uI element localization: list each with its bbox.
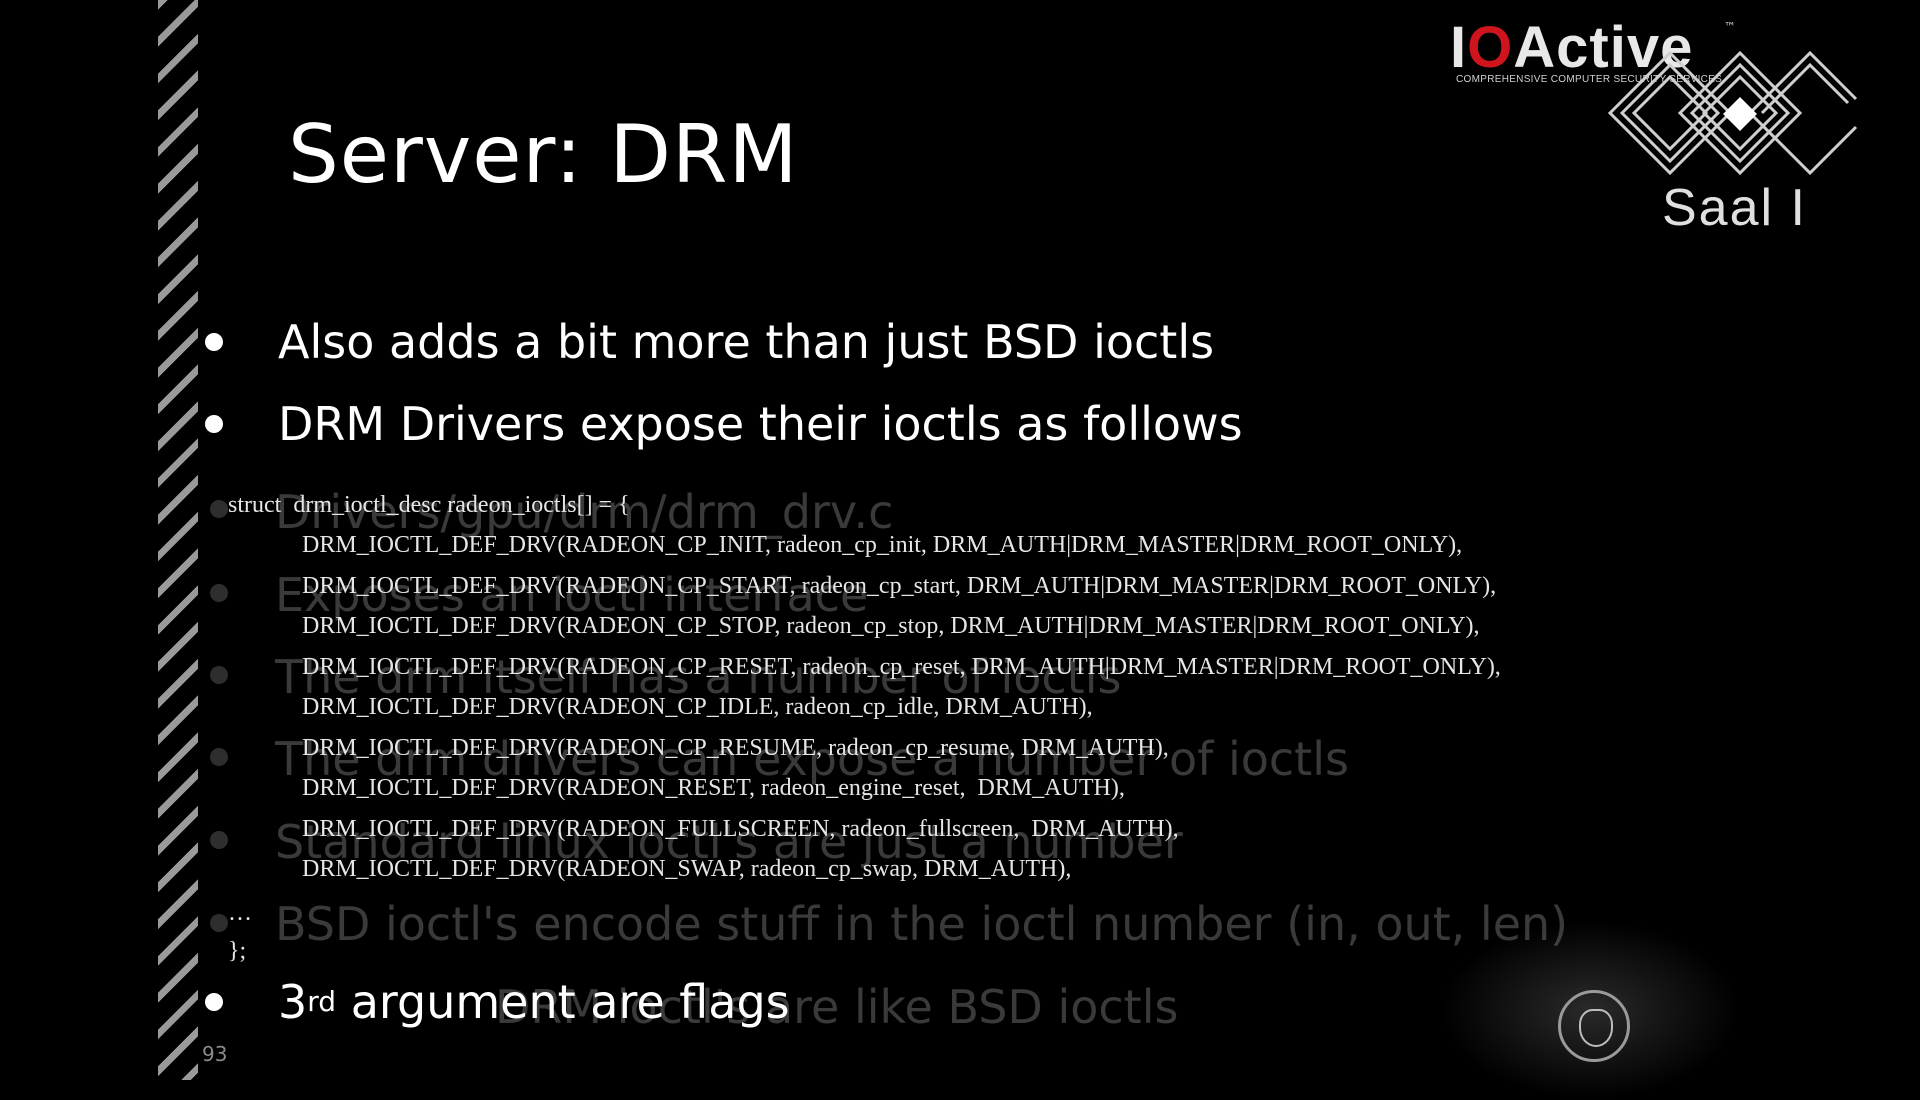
code-line-open: struct drm_ioctl_desc radeon_ioctls[] = … — [228, 492, 630, 518]
code-ellipsis: … — [228, 900, 252, 926]
bullet-item: Also adds a bit more than just BSD ioctl… — [205, 315, 1214, 369]
ghost-bullet-dot — [210, 831, 228, 849]
bullet-item: 3rd argument are flags — [205, 975, 790, 1029]
emblem-face-shape — [1579, 1009, 1613, 1047]
code-line: DRM_IOCTL_DEF_DRV(RADEON_CP_START, radeo… — [302, 573, 1497, 599]
code-line: DRM_IOCTL_DEF_DRV(RADEON_CP_RESET, radeo… — [302, 654, 1501, 680]
slide-title: Server: DRM — [288, 108, 799, 201]
code-line: DRM_IOCTL_DEF_DRV(RADEON_RESET, radeon_e… — [302, 775, 1125, 801]
ghost-bullet-dot — [210, 914, 228, 932]
code-line: DRM_IOCTL_DEF_DRV(RADEON_CP_IDLE, radeon… — [302, 694, 1093, 720]
ghost-bullet-dot — [210, 748, 228, 766]
bullet-dot — [205, 415, 223, 433]
emblem-icon — [1558, 990, 1630, 1062]
bullet-dot — [205, 993, 223, 1011]
code-line-close: }; — [228, 938, 247, 964]
bullet-item: DRM Drivers expose their ioctls as follo… — [205, 397, 1243, 451]
ghost-line: BSD ioctl's encode stuff in the ioctl nu… — [275, 897, 1569, 951]
code-line: DRM_IOCTL_DEF_DRV(RADEON_CP_INIT, radeon… — [302, 532, 1463, 558]
ioactive-logo: IOActive ™ COMPREHENSIVE COMPUTER SECURI… — [1450, 10, 1858, 240]
ghost-bullet-dot — [210, 500, 228, 518]
code-line: DRM_IOCTL_DEF_DRV(RADEON_SWAP, radeon_cp… — [302, 856, 1072, 882]
trademark-mark: ™ — [1724, 20, 1736, 34]
ghost-bullet-dot — [210, 666, 228, 684]
code-line: DRM_IOCTL_DEF_DRV(RADEON_CP_RESUME, rade… — [302, 735, 1169, 761]
code-line: DRM_IOCTL_DEF_DRV(RADEON_CP_STOP, radeon… — [302, 613, 1480, 639]
code-line: DRM_IOCTL_DEF_DRV(RADEON_FULLSCREEN, rad… — [302, 816, 1179, 842]
bullet-dot — [205, 333, 223, 351]
venue-label: Saal I — [1662, 179, 1807, 237]
bullet-text: Also adds a bit more than just BSD ioctl… — [278, 315, 1215, 369]
bullet-text-prefix: 3 — [278, 975, 308, 1029]
bullet-text: argument are flags — [350, 975, 790, 1029]
decorative-stripes — [158, 0, 198, 1080]
page-number: 93 — [202, 1042, 228, 1066]
ghost-bullet-dot — [210, 584, 228, 602]
ccc-diamond-icon — [1607, 50, 1858, 176]
bullet-text: DRM Drivers expose their ioctls as follo… — [278, 397, 1243, 451]
